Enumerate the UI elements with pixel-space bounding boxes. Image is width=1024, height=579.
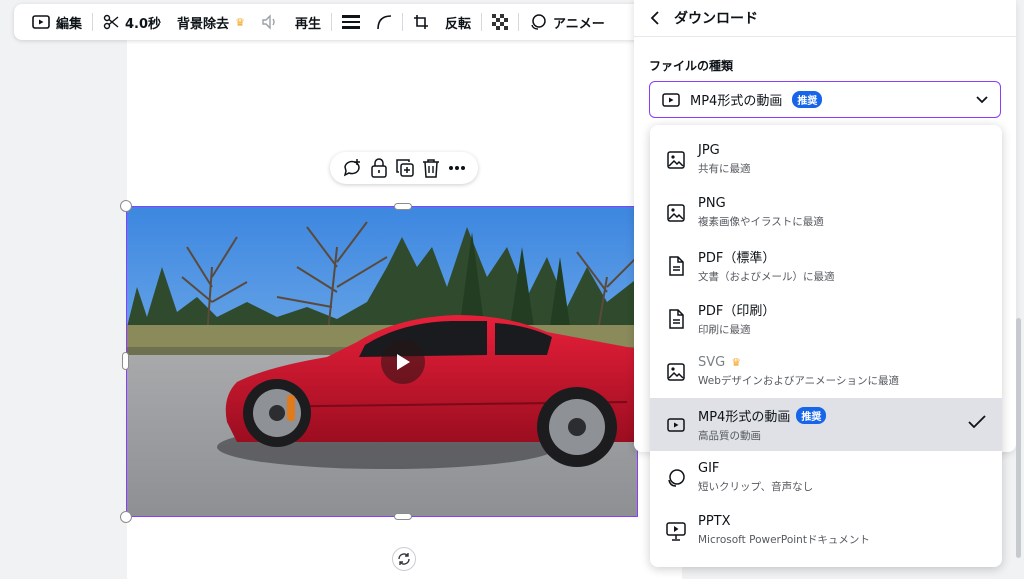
option-title: PPTX	[698, 514, 731, 529]
trim-button[interactable]: 4.0秒	[95, 4, 169, 40]
option-title: MP4形式の動画	[698, 410, 791, 425]
crop-icon	[413, 15, 428, 29]
editor-toolbar: 編集 4.0秒 背景除去 ♛ 再生 反転 アニメー	[14, 4, 654, 40]
volume-button[interactable]	[253, 4, 287, 40]
option-title: PNG	[698, 196, 726, 211]
rotate-button[interactable]	[392, 547, 416, 571]
option-title: GIF	[698, 461, 720, 476]
image-icon	[666, 362, 686, 382]
image-icon	[666, 203, 686, 223]
resize-handle-top[interactable]	[394, 203, 412, 210]
border-style-button[interactable]	[334, 4, 368, 40]
option-jpg[interactable]: JPG 共有に最適	[650, 133, 1002, 186]
animate-icon	[531, 14, 546, 30]
video-frame-icon	[32, 15, 50, 29]
duplicate-icon	[396, 159, 414, 177]
option-mp4[interactable]: MP4形式の動画 推奨高品質の動画	[650, 398, 1002, 451]
image-icon	[666, 150, 686, 170]
flip-label: 反転	[444, 16, 471, 32]
option-pdf-standard[interactable]: PDF（標準） 文書（およびメール）に最適	[650, 239, 1002, 292]
option-subtitle: 共有に最適	[698, 163, 751, 175]
lock-icon	[371, 158, 387, 178]
bg-remove-label: 背景除去	[177, 16, 230, 32]
separator	[480, 13, 482, 31]
separator	[517, 13, 519, 31]
separator	[92, 13, 94, 31]
transparency-icon	[491, 14, 508, 30]
checkmark-icon	[968, 415, 986, 429]
corner-radius-icon	[377, 15, 391, 30]
animate-label: アニメー	[552, 16, 605, 32]
play-icon	[397, 354, 410, 370]
option-title: PDF（印刷）	[698, 304, 776, 319]
option-subtitle: 文書（およびメール）に最適	[698, 271, 835, 283]
corner-rounding-button[interactable]	[368, 4, 400, 40]
delete-button[interactable]	[422, 158, 440, 178]
option-title: PDF（標準）	[698, 251, 776, 266]
crown-icon: ♛	[731, 356, 742, 369]
option-title: JPG	[698, 143, 720, 158]
option-subtitle: 短いクリップ、音声なし	[698, 481, 814, 493]
panel-header: ダウンロード	[634, 0, 1016, 37]
animate-button[interactable]: アニメー	[521, 4, 613, 40]
option-subtitle: Webデザインおよびアニメーションに最適	[698, 375, 899, 387]
document-icon	[666, 308, 686, 329]
comment-add-icon	[343, 159, 360, 177]
panel-title: ダウンロード	[674, 11, 758, 27]
playback-button[interactable]: 再生	[287, 4, 329, 40]
option-svg[interactable]: SVG ♛ Webデザインおよびアニメーションに最適	[650, 345, 1002, 398]
file-type-select[interactable]: MP4形式の動画 推奨	[649, 81, 1001, 118]
play-button[interactable]	[381, 340, 425, 384]
transparency-button[interactable]	[484, 4, 516, 40]
element-toolbar	[330, 152, 478, 184]
option-subtitle: 高品質の動画	[698, 430, 761, 442]
resize-handle-top-left[interactable]	[120, 200, 132, 212]
option-pptx[interactable]: PPTX Microsoft PowerPointドキュメント	[650, 504, 1002, 557]
video-icon	[666, 415, 686, 435]
comment-add-button[interactable]	[342, 158, 362, 178]
trash-icon	[423, 159, 439, 178]
edit-video-button[interactable]: 編集	[24, 4, 90, 40]
option-subtitle: 印刷に最適	[698, 324, 751, 336]
border-weight-icon	[341, 15, 360, 29]
gif-icon	[666, 468, 686, 488]
separator	[401, 13, 403, 31]
duplicate-button[interactable]	[396, 159, 414, 177]
chevron-down-icon	[976, 95, 988, 103]
option-pdf-print[interactable]: PDF（印刷） 印刷に最適	[650, 292, 1002, 345]
playback-label: 再生	[294, 16, 321, 32]
option-png[interactable]: PNG 複素画像やイラストに最適	[650, 186, 1002, 239]
recommended-badge: 推奨	[792, 91, 823, 108]
lock-button[interactable]	[370, 158, 388, 178]
duration-label: 4.0秒	[125, 16, 162, 32]
separator	[330, 13, 332, 31]
option-gif[interactable]: GIF 短いクリップ、音声なし	[650, 451, 1002, 504]
file-type-label: ファイルの種類	[649, 59, 734, 73]
document-icon	[666, 255, 686, 276]
recommended-badge: 推奨	[796, 407, 827, 424]
video-icon	[662, 92, 680, 107]
option-subtitle: Microsoft PowerPointドキュメント	[698, 534, 870, 546]
option-subtitle: 複素画像やイラストに最適	[698, 216, 824, 228]
crop-button[interactable]	[405, 4, 437, 40]
scrollbar[interactable]	[1016, 318, 1021, 558]
file-type-dropdown: JPG 共有に最適 PNG 複素画像やイラストに最適 PDF（標準） 文書（およびメー…	[650, 125, 1002, 567]
resize-handle-bottom[interactable]	[394, 513, 412, 520]
speaker-icon	[262, 14, 275, 30]
edit-label: 編集	[56, 16, 83, 32]
rotate-icon	[398, 553, 410, 565]
resize-handle-left[interactable]	[122, 352, 129, 370]
resize-handle-bottom-left[interactable]	[120, 511, 132, 523]
presentation-icon	[666, 521, 686, 541]
back-arrow-icon[interactable]	[650, 11, 660, 25]
crown-icon: ♛	[235, 15, 245, 29]
more-options-button[interactable]	[448, 165, 466, 171]
selected-file-type: MP4形式の動画	[690, 94, 783, 109]
option-title: SVG	[698, 355, 726, 370]
more-icon	[449, 166, 465, 170]
flip-button[interactable]: 反転	[437, 4, 479, 40]
bg-remove-button[interactable]: 背景除去 ♛	[169, 4, 253, 40]
scissors-icon	[103, 14, 119, 30]
